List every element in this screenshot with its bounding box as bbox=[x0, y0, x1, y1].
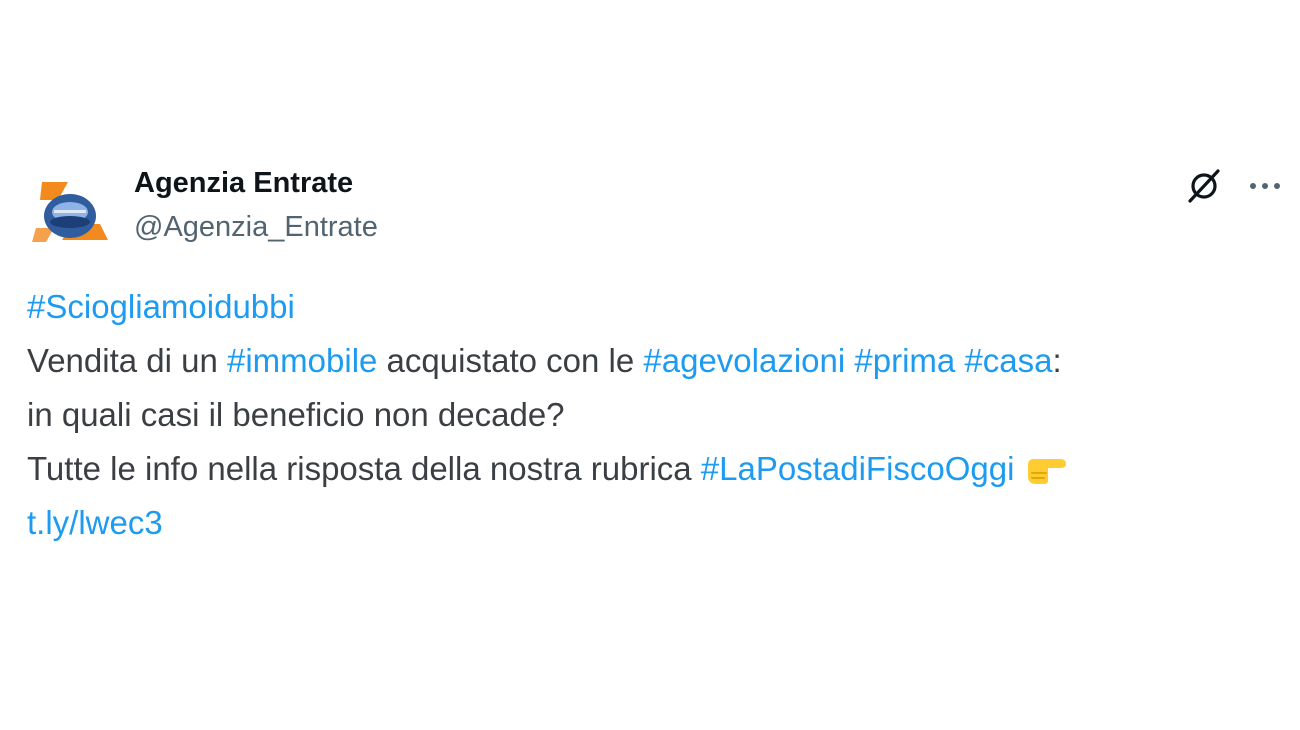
hashtag-casa[interactable]: #casa bbox=[964, 342, 1052, 379]
text-segment: acquistato con le bbox=[377, 342, 644, 379]
author-name[interactable]: Agenzia Entrate bbox=[134, 163, 378, 203]
tweet-line-3: in quali casi il beneficio non decade? bbox=[27, 388, 1277, 442]
tweet-line-4: Tutte le info nella risposta della nostr… bbox=[27, 442, 1277, 496]
hashtag-prima[interactable]: #prima bbox=[854, 342, 955, 379]
text-segment: Vendita di un bbox=[27, 342, 227, 379]
hashtag-lapostadifiscooggi[interactable]: #LaPostadiFiscoOggi bbox=[701, 450, 1015, 487]
tweet-line-5: t.ly/lwec3 bbox=[27, 496, 1277, 550]
text-segment bbox=[845, 342, 854, 379]
hashtag-agevolazioni[interactable]: #agevolazioni bbox=[643, 342, 845, 379]
more-options-button[interactable] bbox=[1243, 164, 1287, 208]
tweet-link[interactable]: t.ly/lwec3 bbox=[27, 504, 163, 541]
tweet-line-2: Vendita di un #immobile acquistato con l… bbox=[27, 334, 1277, 388]
avatar[interactable] bbox=[28, 170, 112, 254]
text-segment: Tutte le info nella risposta della nostr… bbox=[27, 450, 701, 487]
hashtag-sciogliamoidubbi[interactable]: #Sciogliamoidubbi bbox=[27, 288, 295, 325]
agenzia-entrate-logo-icon bbox=[32, 182, 108, 242]
tweet-line-1: #Sciogliamoidubbi bbox=[27, 280, 1277, 334]
grok-icon bbox=[1188, 169, 1220, 203]
tweet-text: #Sciogliamoidubbi Vendita di un #immobil… bbox=[27, 280, 1277, 550]
pointing-right-emoji-icon bbox=[1024, 449, 1070, 485]
text-segment: in quali casi il beneficio non decade? bbox=[27, 396, 565, 433]
hashtag-immobile[interactable]: #immobile bbox=[227, 342, 377, 379]
more-options-icon bbox=[1250, 183, 1280, 189]
grok-button[interactable] bbox=[1182, 164, 1226, 208]
author-info: Agenzia Entrate @Agenzia_Entrate bbox=[134, 163, 378, 247]
author-handle[interactable]: @Agenzia_Entrate bbox=[134, 207, 378, 247]
tweet-card[interactable]: Agenzia Entrate @Agenzia_Entrate #Sciogl… bbox=[0, 0, 1300, 730]
text-segment: : bbox=[1052, 342, 1062, 379]
